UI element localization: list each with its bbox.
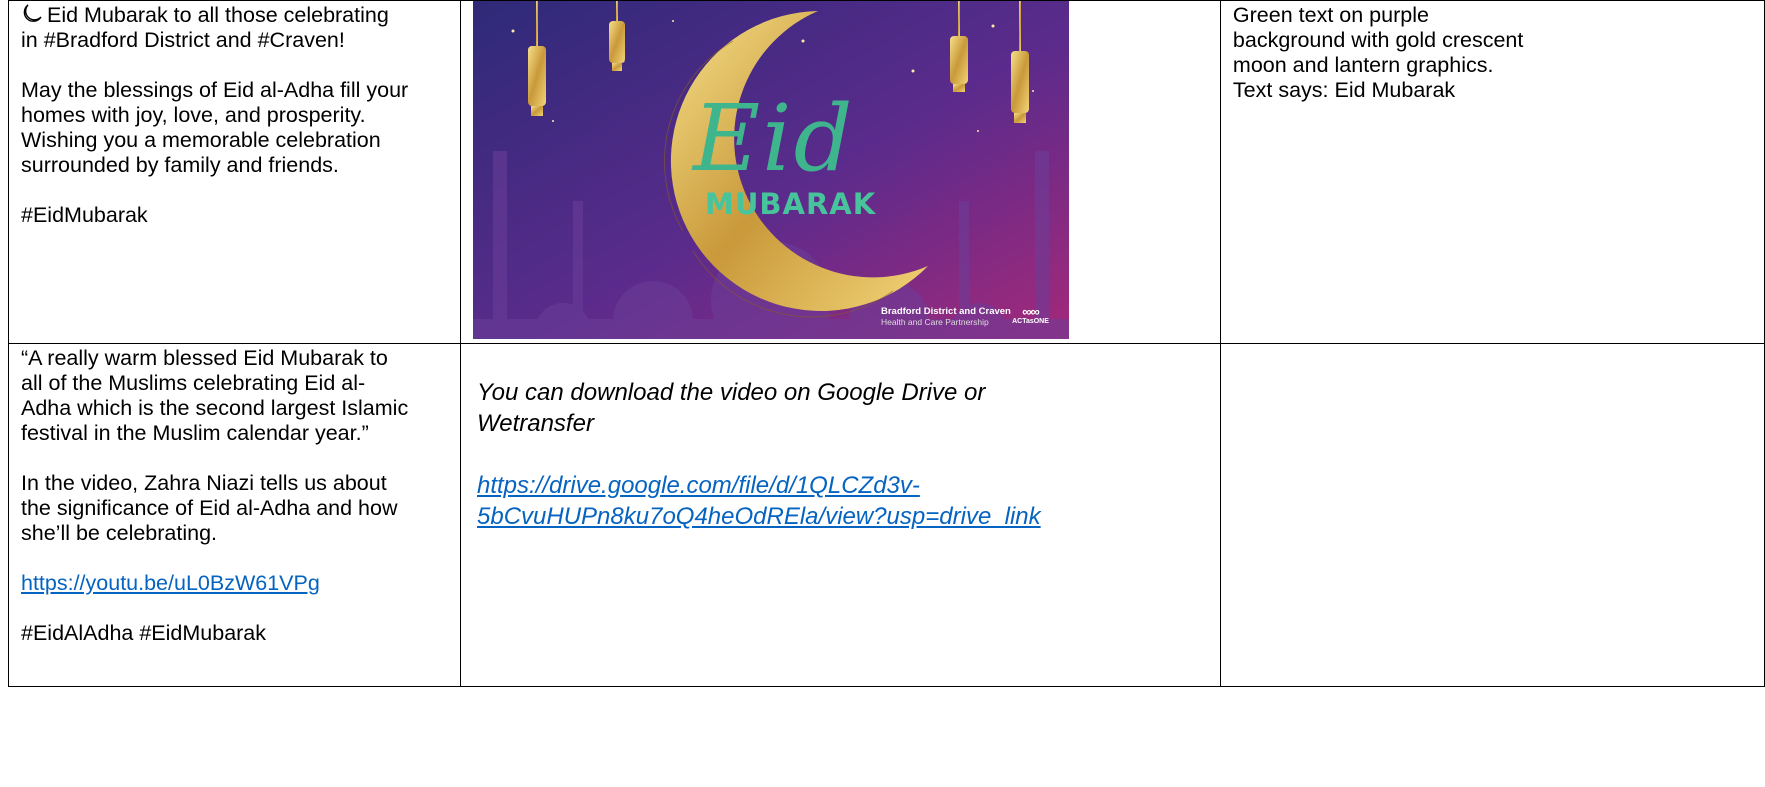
youtube-link[interactable]: https://youtu.be/uL0BzW61VPg [21,571,320,595]
video-desc-line: In the video, Zahra Niazi tells us about [21,471,387,495]
drive-link-part-1[interactable]: https://drive.google.com/file/d/1QLCZd3v… [477,472,920,499]
quote-line: festival in the Muslim calendar year.” [21,421,369,445]
partnership-brand: Bradford District and Craven Health and … [881,306,1011,328]
post-hashtags: #EidAlAdha #EidMubarak [21,621,267,645]
google-drive-link[interactable]: https://drive.google.com/file/d/1QLCZd3v… [477,472,1041,530]
post-text-cell: “A really warm blessed Eid Mubarak to al… [8,343,461,687]
download-cell: You can download the video on Google Dri… [460,343,1221,687]
alt-text-line: Green text on purple [1232,3,1429,27]
quote-line: Adha which is the second largest Islamic [21,396,409,420]
rings-icon: ∞∞ [1022,304,1040,319]
alt-text-line: moon and lantern graphics. [1232,53,1494,77]
download-note-line: You can download the video on Google Dri… [477,379,986,406]
empty-cell [1219,343,1765,687]
post-para-line: homes with joy, love, and prosperity. [21,103,366,127]
alt-text-cell: Green text on purple background with gol… [1219,0,1765,344]
video-desc-line: the significance of Eid al-Adha and how [21,496,398,520]
post-para-line: surrounded by family and friends. [21,153,339,177]
table-row: “A really warm blessed Eid Mubarak to al… [8,343,1765,687]
mubarak-subtitle: MUBARAK [705,187,877,221]
post-para-line: Wishing you a memorable celebration [21,128,381,152]
video-desc-line: she’ll be celebrating. [21,521,218,545]
brand-line-2: Health and Care Partnership [881,317,989,327]
alt-text-line: Text says: Eid Mubarak [1232,78,1456,102]
post-para-line: May the blessings of Eid al-Adha fill yo… [21,78,409,102]
quote-line: all of the Muslims celebrating Eid al- [21,371,366,395]
crescent-moon-icon [23,4,42,22]
post-hashtag: #EidMubarak [21,203,148,227]
post-line-2: in #Bradford District and #Craven! [21,28,345,52]
eid-title: Eid [693,85,855,192]
post-text-cell: Eid Mubarak to all those celebrating in … [8,0,461,344]
eid-mubarak-image: Eid MUBARAK Bradford District and Craven… [473,1,1069,339]
act-as-one-logo: ∞∞ ACTasONE [1008,305,1053,325]
post-line-1: Eid Mubarak to all those celebrating [47,3,389,27]
content-table: Eid Mubarak to all those celebrating in … [8,0,1765,687]
logo-text: ACTasONE [1012,318,1049,325]
table-row: Eid Mubarak to all those celebrating in … [8,0,1765,344]
brand-line-1: Bradford District and Craven [881,306,1011,317]
image-cell: Eid MUBARAK Bradford District and Craven… [460,0,1221,344]
quote-line: “A really warm blessed Eid Mubarak to [21,346,388,370]
download-note-line: Wetransfer [477,410,594,437]
drive-link-part-2[interactable]: 5bCvuHUPn8ku7oQ4heOdREla/view?usp=drive_… [477,503,1041,530]
alt-text-line: background with gold crescent [1232,28,1524,52]
